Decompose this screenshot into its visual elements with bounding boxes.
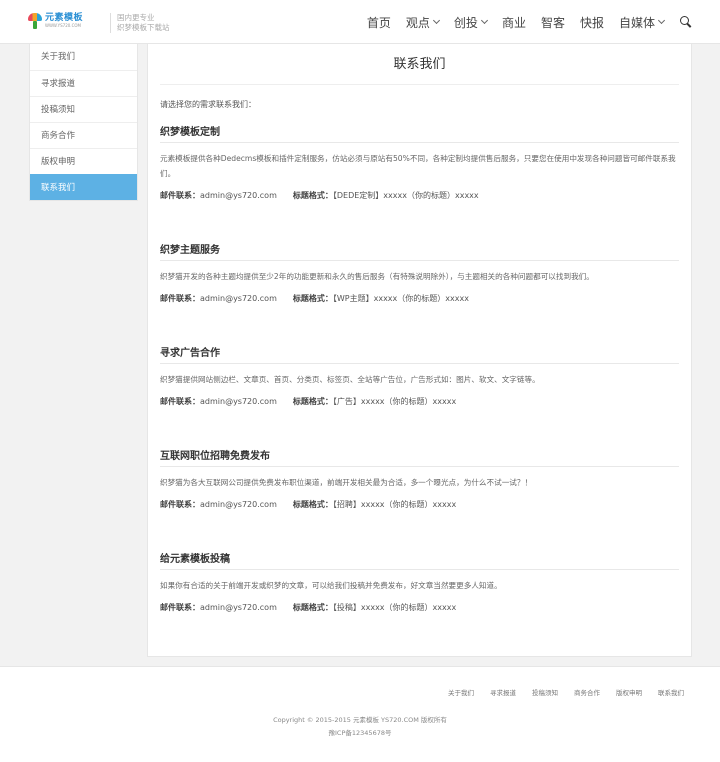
footer-link-copyright[interactable]: 版权申明 — [616, 687, 642, 697]
intro-text: 请选择您的需求联系我们： — [160, 100, 256, 109]
email-link[interactable]: admin@ys720.com — [200, 191, 277, 200]
section-job-posting: 互联网职位招聘免费发布 织梦猫为各大互联网公司提供免费发布职位渠道，前端开发相关… — [160, 447, 679, 510]
section-desc: 如果你有合适的关于前端开发或织梦的文章，可以给我们投稿并免费发布，好文章当然要更… — [160, 581, 502, 590]
nav-item-opinion[interactable]: 观点 — [406, 14, 440, 31]
page-title: 联系我们 — [160, 44, 679, 85]
footer-link-contact[interactable]: 联系我们 — [658, 687, 684, 697]
section-title: 互联网职位招聘免费发布 — [160, 447, 679, 467]
section-theme-service: 织梦主题服务 织梦猫开发的各种主题均提供至少2年的功能更新和永久的售后服务（有特… — [160, 241, 679, 304]
section-desc: 织梦猫提供网站侧边栏、文章页、首页、分类页、标签页、全站等广告位，广告形式如：图… — [160, 375, 540, 384]
section-contact: 邮件联系：admin@ys720.com 标题格式：【投稿】xxxxx（你的标题）… — [160, 603, 457, 612]
site-logo[interactable]: 元素模板 WWW.YS720.COM — [28, 13, 83, 29]
section-advertising: 寻求广告合作 织梦猫提供网站侧边栏、文章页、首页、分类页、标签页、全站等广告位，… — [160, 344, 679, 407]
nav-item-media[interactable]: 自媒体 — [619, 14, 666, 31]
section-contact: 邮件联系：admin@ys720.com 标题格式：【广告】xxxxx（你的标题）… — [160, 397, 457, 406]
email-link[interactable]: admin@ys720.com — [200, 603, 277, 612]
logo-name: 元素模板 — [45, 13, 84, 23]
nav-item-venture[interactable]: 创投 — [454, 14, 488, 31]
section-desc: 织梦猫为各大互联网公司提供免费发布职位渠道，前端开发相关最为合适，多一个曝光点，… — [160, 478, 533, 487]
site-slogan: 国内更专业 织梦模板下载站 — [110, 13, 170, 33]
nav-item-news[interactable]: 快报 — [580, 14, 604, 31]
email-link[interactable]: admin@ys720.com — [200, 294, 277, 303]
nav-item-home[interactable]: 首页 — [367, 14, 391, 31]
section-title: 织梦模板定制 — [160, 123, 679, 143]
footer-links: 关于我们 寻求报道 投稿须知 商务合作 版权申明 联系我们 — [432, 687, 684, 697]
search-icon[interactable] — [680, 16, 692, 28]
section-title: 寻求广告合作 — [160, 344, 679, 364]
main-nav: 首页 观点 创投 商业 智客 快报 自媒体 — [352, 0, 692, 44]
footer-link-business[interactable]: 商务合作 — [574, 687, 600, 697]
footer-link-about[interactable]: 关于我们 — [448, 687, 474, 697]
sidebar: 关于我们 寻求报道 投稿须知 商务合作 版权申明 联系我们 — [29, 44, 138, 201]
section-contribute: 给元素模板投稿 如果你有合适的关于前端开发或织梦的文章，可以给我们投稿并免费发布… — [160, 550, 679, 613]
email-link[interactable]: admin@ys720.com — [200, 397, 277, 406]
copyright-text: Copyright © 2015-2015 元素模板 YS720.COM 版权所… — [273, 716, 447, 724]
nav-item-thinker[interactable]: 智客 — [541, 14, 565, 31]
footer-link-submission-guide[interactable]: 投稿须知 — [532, 687, 558, 697]
section-desc: 织梦猫开发的各种主题均提供至少2年的功能更新和永久的售后服务（有特殊说明除外），… — [160, 272, 594, 281]
main-content: 联系我们 请选择您的需求联系我们： 织梦模板定制 元素模板提供各种Dedecms… — [147, 44, 692, 657]
section-contact: 邮件联系：admin@ys720.com 标题格式：【DEDE定制】xxxxx（你… — [160, 191, 479, 200]
section-desc: 元素模板提供各种Dedecms模板和插件定制服务，仿站必须与原站有50%不同，各… — [160, 154, 676, 178]
sidebar-item-copyright[interactable]: 版权申明 — [30, 148, 137, 174]
sidebar-item-submission-guide[interactable]: 投稿须知 — [30, 96, 137, 122]
chevron-down-icon — [432, 16, 440, 25]
chevron-down-icon — [480, 16, 488, 25]
sidebar-item-about[interactable]: 关于我们 — [30, 44, 137, 70]
nav-item-business[interactable]: 商业 — [502, 14, 526, 31]
footer-link-coverage[interactable]: 寻求报道 — [490, 687, 516, 697]
section-contact: 邮件联系：admin@ys720.com 标题格式：【WP主题】xxxxx（你的标… — [160, 294, 469, 303]
email-link[interactable]: admin@ys720.com — [200, 500, 277, 509]
section-contact: 邮件联系：admin@ys720.com 标题格式：【招聘】xxxxx（你的标题）… — [160, 500, 457, 509]
section-title: 给元素模板投稿 — [160, 550, 679, 570]
section-custom-template: 织梦模板定制 元素模板提供各种Dedecms模板和插件定制服务，仿站必须与原站有… — [160, 123, 679, 201]
sidebar-item-contact[interactable]: 联系我们 — [30, 174, 137, 200]
chevron-down-icon — [657, 16, 666, 25]
mushroom-logo-icon — [28, 13, 42, 29]
section-title: 织梦主题服务 — [160, 241, 679, 261]
logo-domain: WWW.YS720.COM — [45, 23, 81, 28]
icp-license[interactable]: 豫ICP备12345678号 — [0, 727, 720, 737]
site-header: 元素模板 WWW.YS720.COM 国内更专业 织梦模板下载站 首页 观点 创… — [0, 0, 720, 44]
site-footer: 关于我们 寻求报道 投稿须知 商务合作 版权申明 联系我们 Copyright … — [0, 666, 720, 762]
sidebar-item-business[interactable]: 商务合作 — [30, 122, 137, 148]
sidebar-item-coverage[interactable]: 寻求报道 — [30, 70, 137, 96]
